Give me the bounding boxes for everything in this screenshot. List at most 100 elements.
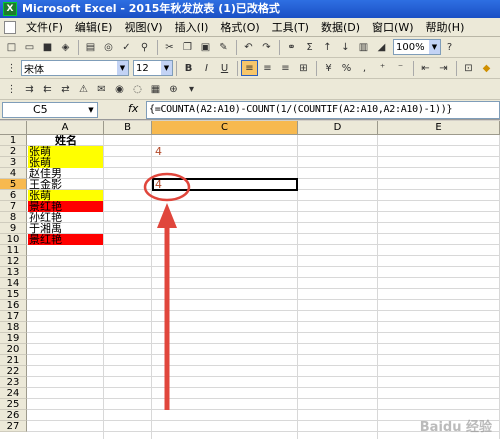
cell-a4[interactable]: 赵佳男 [28, 168, 103, 179]
menu-window[interactable]: 窗口(W) [366, 19, 419, 35]
print-icon[interactable]: ▤ [82, 39, 99, 55]
cell-a1[interactable]: 姓名 [28, 135, 103, 146]
row-header-24[interactable]: 24 [0, 388, 27, 399]
chart-wizard-icon[interactable]: ▥ [355, 39, 372, 55]
row-header-8[interactable]: 8 [0, 212, 27, 223]
align-right-icon[interactable]: ≡ [277, 60, 294, 76]
copy-icon[interactable]: ❐ [179, 39, 196, 55]
sort-ascending-icon[interactable]: ↑ [319, 39, 336, 55]
row-header-1[interactable]: 1 [0, 135, 27, 146]
cell-a3[interactable]: 张萌 [28, 157, 103, 168]
font-color-icon[interactable]: A [496, 60, 500, 76]
hyperlink-icon[interactable]: ⚭ [283, 39, 300, 55]
percent-style-button[interactable]: % [338, 60, 355, 76]
column-header-b[interactable]: B [104, 121, 152, 135]
remove-arrows-icon[interactable]: ⇄ [57, 81, 74, 97]
menu-insert[interactable]: 插入(I) [169, 19, 215, 35]
row-header-23[interactable]: 23 [0, 377, 27, 388]
column-header-a[interactable]: A [27, 121, 104, 135]
cell-a7[interactable]: 景红艳 [28, 201, 103, 212]
redo-icon[interactable]: ↷ [258, 39, 275, 55]
row-header-20[interactable]: 20 [0, 344, 27, 355]
row-header-18[interactable]: 18 [0, 322, 27, 333]
cut-icon[interactable]: ✂ [161, 39, 178, 55]
insert-function-icon[interactable]: fx [128, 102, 138, 115]
underline-button[interactable]: U [216, 60, 233, 76]
watch-window-icon[interactable]: ▦ [147, 81, 164, 97]
evaluate-formula-icon[interactable]: ⊕ [165, 81, 182, 97]
column-header-c[interactable]: C [152, 121, 298, 135]
row-header-15[interactable]: 15 [0, 289, 27, 300]
help-icon[interactable]: ? [441, 39, 458, 55]
row-header-26[interactable]: 26 [0, 410, 27, 421]
select-all-corner[interactable] [0, 121, 27, 135]
sort-descending-icon[interactable]: ↓ [337, 39, 354, 55]
increase-indent-icon[interactable]: ⇥ [435, 60, 452, 76]
trace-dependents-icon[interactable]: ⇇ [39, 81, 56, 97]
row-header-19[interactable]: 19 [0, 333, 27, 344]
column-header-d[interactable]: D [298, 121, 378, 135]
chevron-down-icon[interactable]: ▼ [85, 103, 97, 117]
clear-circles-icon[interactable]: ◌ [129, 81, 146, 97]
chevron-down-icon[interactable]: ▼ [117, 61, 128, 75]
formula-input[interactable]: {=COUNTA(A2:A10)-COUNT(1/(COUNTIF(A2:A10… [146, 101, 500, 119]
cell-a8[interactable]: 孙红艳 [28, 212, 103, 223]
undo-icon[interactable]: ↶ [240, 39, 257, 55]
row-header-17[interactable]: 17 [0, 311, 27, 322]
row-header-9[interactable]: 9 [0, 223, 27, 234]
font-name-select[interactable]: 宋体 ▼ [21, 60, 129, 76]
row-header-6[interactable]: 6 [0, 190, 27, 201]
zoom-select[interactable]: 100% ▼ [393, 39, 441, 55]
menu-tools[interactable]: 工具(T) [266, 19, 315, 35]
italic-button[interactable]: I [198, 60, 215, 76]
worksheet-grid[interactable]: A B C D E 1 2 3 4 5 6 7 8 9 10 11 12 13 14 15 16 17 18 19 20 21 22… [0, 121, 500, 439]
decrease-decimal-icon[interactable]: ⁻ [392, 60, 409, 76]
trace-precedents-icon[interactable]: ⇉ [21, 81, 38, 97]
row-header-25[interactable]: 25 [0, 399, 27, 410]
trace-error-icon[interactable]: ⚠ [75, 81, 92, 97]
paste-icon[interactable]: ▣ [197, 39, 214, 55]
row-header-10[interactable]: 10 [0, 234, 27, 245]
row-header-16[interactable]: 16 [0, 300, 27, 311]
cell-a5[interactable]: 王金影 [28, 179, 103, 190]
name-box[interactable]: C5 ▼ [2, 102, 98, 118]
menu-file[interactable]: 文件(F) [20, 19, 69, 35]
row-header-14[interactable]: 14 [0, 278, 27, 289]
merge-center-icon[interactable]: ⊞ [295, 60, 312, 76]
chevron-down-icon[interactable]: ▼ [429, 40, 440, 54]
permission-icon[interactable]: ◈ [57, 39, 74, 55]
menu-edit[interactable]: 编辑(E) [69, 19, 119, 35]
fill-color-icon[interactable]: ◆ [478, 60, 495, 76]
excel-app-icon[interactable]: X [3, 2, 17, 16]
row-header-22[interactable]: 22 [0, 366, 27, 377]
decrease-indent-icon[interactable]: ⇤ [417, 60, 434, 76]
bold-button[interactable]: B [180, 60, 197, 76]
row-header-2[interactable]: 2 [0, 146, 27, 157]
row-header-4[interactable]: 4 [0, 168, 27, 179]
toolbar-options-icon[interactable]: ▾ [183, 81, 200, 97]
drawing-icon[interactable]: ◢ [373, 39, 390, 55]
column-header-e[interactable]: E [378, 121, 500, 135]
increase-decimal-icon[interactable]: ⁺ [374, 60, 391, 76]
cell-a6[interactable]: 张萌 [28, 190, 103, 201]
cell-a9[interactable]: 于湘禹 [28, 223, 103, 234]
menu-help[interactable]: 帮助(H) [420, 19, 471, 35]
cell-a2[interactable]: 张萌 [28, 146, 103, 157]
row-header-3[interactable]: 3 [0, 157, 27, 168]
new-icon[interactable]: □ [3, 39, 20, 55]
row-header-13[interactable]: 13 [0, 267, 27, 278]
circle-invalid-icon[interactable]: ◉ [111, 81, 128, 97]
align-center-icon[interactable]: ≡ [259, 60, 276, 76]
align-left-icon[interactable]: ≡ [241, 60, 258, 76]
row-header-21[interactable]: 21 [0, 355, 27, 366]
borders-icon[interactable]: ⊡ [460, 60, 477, 76]
row-header-11[interactable]: 11 [0, 245, 27, 256]
comma-style-button[interactable]: , [356, 60, 373, 76]
cell-c2[interactable]: 4 [153, 146, 297, 157]
row-header-7[interactable]: 7 [0, 201, 27, 212]
menu-view[interactable]: 视图(V) [118, 19, 168, 35]
font-size-select[interactable]: 12 ▼ [133, 60, 173, 76]
row-header-27[interactable]: 27 [0, 421, 27, 432]
workbook-icon[interactable] [4, 21, 16, 34]
autosum-icon[interactable]: Σ [301, 39, 318, 55]
